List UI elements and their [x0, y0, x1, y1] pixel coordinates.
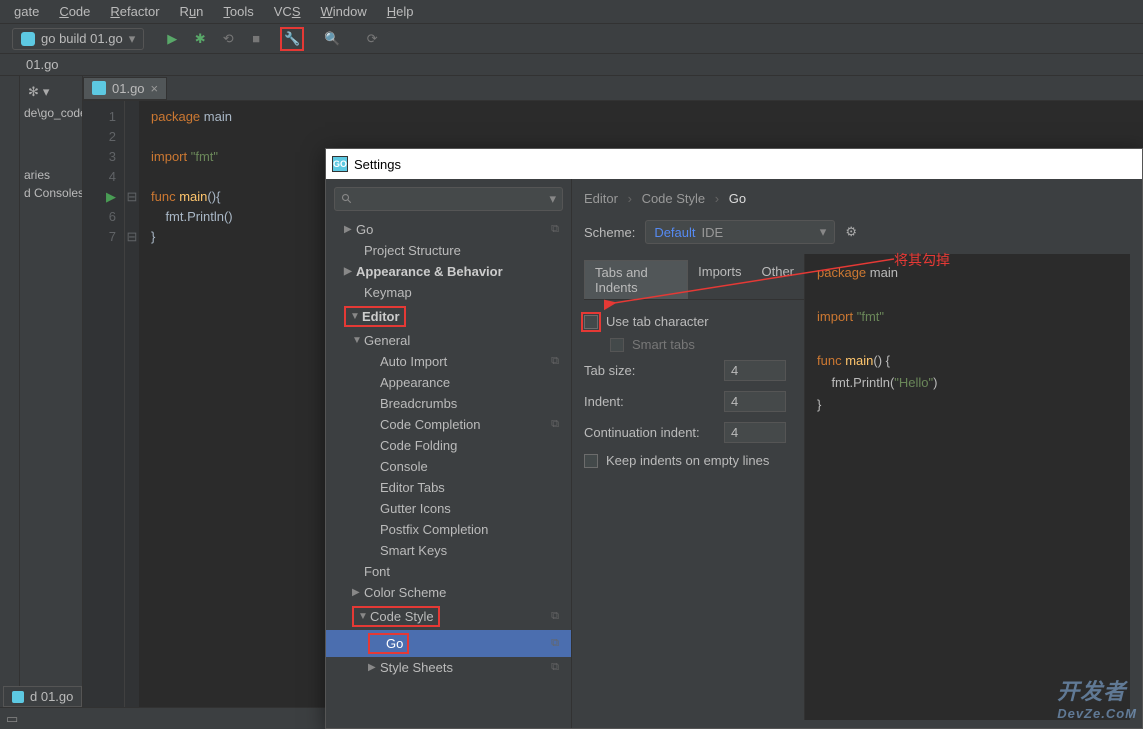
tab-tabs-indents[interactable]: Tabs and Indents: [584, 260, 688, 299]
sidebar-tools[interactable]: ✻▾: [20, 80, 82, 104]
gear-icon[interactable]: ✻: [28, 84, 39, 100]
dialog-title: Settings: [354, 157, 401, 172]
tree-item-gutter-icons[interactable]: Gutter Icons: [326, 498, 571, 519]
coverage-button[interactable]: ⟲: [216, 27, 240, 51]
scheme-gear-icon[interactable]: ⚙: [845, 224, 857, 240]
editor-tabs: 01.go ×: [83, 76, 1143, 101]
watermark: 开发者 DevZe.CoM: [1057, 674, 1137, 721]
status-icon[interactable]: ▭: [6, 711, 18, 727]
indent-label: Indent:: [584, 394, 724, 409]
keep-empty-label: Keep indents on empty lines: [606, 453, 769, 468]
close-icon[interactable]: ×: [151, 81, 159, 96]
menu-refactor[interactable]: Refactor: [100, 1, 169, 22]
settings-tree-panel: ▾ ▶ Go⧉ Project Structure▶ Appearance & …: [326, 179, 572, 728]
sidebar-node[interactable]: de\go_code\da: [20, 104, 82, 122]
tree-item-editor-tabs[interactable]: Editor Tabs: [326, 477, 571, 498]
bottom-tab-label: d 01.go: [30, 689, 73, 704]
tree-item-appearance-behavior[interactable]: ▶ Appearance & Behavior: [326, 261, 571, 282]
code-style-tabs: Tabs and Indents Imports Other: [584, 260, 804, 300]
left-gutter-bar[interactable]: [0, 76, 20, 729]
tree-item-style-sheets[interactable]: ▶ Style Sheets⧉: [326, 657, 571, 678]
tree-item-keymap[interactable]: Keymap: [326, 282, 571, 303]
crumb-editor[interactable]: Editor: [584, 191, 618, 206]
tree-item-go[interactable]: Go⧉: [326, 630, 571, 657]
indent-input[interactable]: [724, 391, 786, 412]
crumb-codestyle[interactable]: Code Style: [642, 191, 706, 206]
search-button[interactable]: 🔍: [320, 27, 344, 51]
navigation-bar: 01.go: [0, 54, 1143, 76]
gopher-icon: [12, 691, 24, 703]
sidebar-node[interactable]: d Consoles: [20, 184, 82, 202]
run-button[interactable]: ▶: [160, 27, 184, 51]
cont-indent-label: Continuation indent:: [584, 425, 724, 440]
run-config-label: go build 01.go: [41, 31, 123, 46]
settings-dialog: GO Settings ▾ ▶ Go⧉ Project Structure▶ A…: [325, 148, 1143, 729]
smart-tabs-checkbox: [610, 338, 624, 352]
tree-item-code-style[interactable]: ▼ Code Style⧉: [326, 603, 571, 630]
search-icon: [341, 193, 353, 205]
tree-item-project-structure[interactable]: Project Structure: [326, 240, 571, 261]
cont-indent-input[interactable]: [724, 422, 786, 443]
scheme-label: Scheme:: [584, 225, 635, 240]
keep-empty-checkbox[interactable]: [584, 454, 598, 468]
crumb-go: Go: [729, 191, 746, 206]
menu-vcs[interactable]: VCS: [264, 1, 311, 22]
tab-size-label: Tab size:: [584, 363, 724, 378]
tree-item-general[interactable]: ▼ General: [326, 330, 571, 351]
tree-item-font[interactable]: Font: [326, 561, 571, 582]
tree-item-smart-keys[interactable]: Smart Keys: [326, 540, 571, 561]
tree-item-code-folding[interactable]: Code Folding: [326, 435, 571, 456]
run-config-selector[interactable]: go build 01.go ▾: [12, 28, 144, 50]
tree-item-auto-import[interactable]: Auto Import⧉: [326, 351, 571, 372]
tree-item-editor[interactable]: ▼ Editor: [326, 303, 571, 330]
sync-button[interactable]: ⟳: [360, 27, 384, 51]
settings-tree[interactable]: ▶ Go⧉ Project Structure▶ Appearance & Be…: [326, 219, 571, 728]
tree-item-go[interactable]: ▶ Go⧉: [326, 219, 571, 240]
menu-help[interactable]: Help: [377, 1, 424, 22]
editor-tab[interactable]: 01.go ×: [83, 77, 167, 100]
scheme-default: Default: [654, 225, 695, 240]
settings-content: Editor › Code Style › Go Scheme: Default…: [572, 179, 1142, 728]
goland-icon: GO: [332, 156, 348, 172]
project-sidebar[interactable]: ✻▾ de\go_code\da aries d Consoles: [20, 76, 83, 729]
nav-crumb[interactable]: 01.go: [26, 57, 59, 72]
tab-other[interactable]: Other: [751, 260, 804, 299]
line-gutter: 1234▶67: [83, 101, 125, 729]
menu-code[interactable]: Code: [49, 1, 100, 22]
menu-window[interactable]: Window: [311, 1, 377, 22]
bottom-tool-tab[interactable]: d 01.go: [3, 686, 82, 707]
menu-run[interactable]: Run: [170, 1, 214, 22]
gopher-icon: [21, 32, 35, 46]
settings-search[interactable]: ▾: [334, 187, 563, 211]
settings-breadcrumb: Editor › Code Style › Go: [584, 187, 1130, 210]
tree-item-postfix-completion[interactable]: Postfix Completion: [326, 519, 571, 540]
smart-tabs-label: Smart tabs: [632, 337, 695, 352]
tree-item-breadcrumbs[interactable]: Breadcrumbs: [326, 393, 571, 414]
stop-button[interactable]: ■: [244, 27, 268, 51]
scheme-selector[interactable]: Default IDE ▾: [645, 220, 835, 244]
code-preview: package main import "fmt" func main() { …: [804, 254, 1130, 720]
debug-button[interactable]: ✱: [188, 27, 212, 51]
tab-size-input[interactable]: [724, 360, 786, 381]
tree-item-color-scheme[interactable]: ▶ Color Scheme: [326, 582, 571, 603]
tree-item-code-completion[interactable]: Code Completion⧉: [326, 414, 571, 435]
sidebar-node[interactable]: aries: [20, 166, 82, 184]
tab-imports[interactable]: Imports: [688, 260, 751, 299]
tree-item-appearance[interactable]: Appearance: [326, 372, 571, 393]
fold-gutter[interactable]: ⊟ ⊟: [125, 101, 139, 729]
menubar: gate Code Refactor Run Tools VCS Window …: [0, 0, 1143, 24]
tab-label: 01.go: [112, 81, 145, 96]
use-tab-checkbox[interactable]: [584, 315, 598, 329]
toolbar: go build 01.go ▾ ▶ ✱ ⟲ ■ 🔧 🔍 ⟳: [0, 24, 1143, 54]
hammer-button[interactable]: 🔧: [280, 27, 304, 51]
dialog-titlebar[interactable]: GO Settings: [326, 149, 1142, 179]
scheme-ide: IDE: [702, 225, 724, 240]
gopher-icon: [92, 81, 106, 95]
tree-item-console[interactable]: Console: [326, 456, 571, 477]
use-tab-label: Use tab character: [606, 314, 709, 329]
menu-gate[interactable]: gate: [4, 1, 49, 22]
menu-tools[interactable]: Tools: [213, 1, 263, 22]
